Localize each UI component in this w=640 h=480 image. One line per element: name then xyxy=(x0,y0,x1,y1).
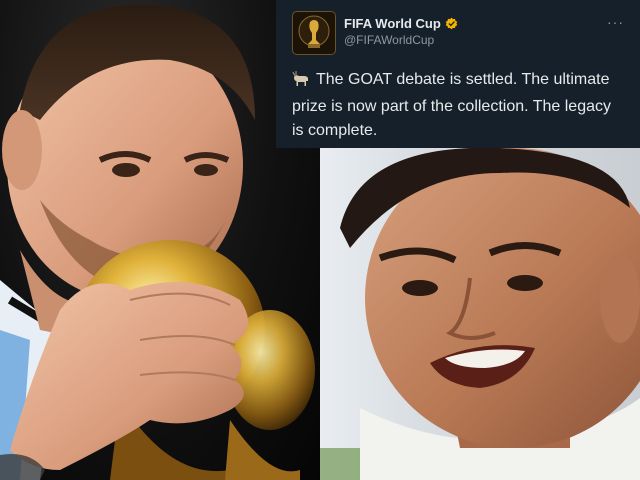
display-name[interactable]: FIFA World Cup xyxy=(344,16,441,31)
handle[interactable]: @FIFAWorldCup xyxy=(344,33,458,47)
crying-player-illustration xyxy=(320,148,640,480)
world-cup-trophy-icon[interactable] xyxy=(292,11,336,55)
crying-player-photo xyxy=(320,148,640,480)
verified-icon xyxy=(445,17,458,30)
more-options-icon[interactable]: ··· xyxy=(607,14,624,30)
player-kissing-trophy-illustration xyxy=(0,4,315,480)
tweet-text: The GOAT debate is settled. The ultimate… xyxy=(292,68,624,143)
tweet-body: The GOAT debate is settled. The ultimate… xyxy=(292,71,611,139)
tweet-card[interactable]: FIFA World Cup @FIFAWorldCup ··· The GOA… xyxy=(276,0,640,148)
goat-icon xyxy=(292,71,310,95)
player-kissing-trophy-photo xyxy=(0,0,320,480)
tweet-header: FIFA World Cup @FIFAWorldCup xyxy=(292,10,624,56)
